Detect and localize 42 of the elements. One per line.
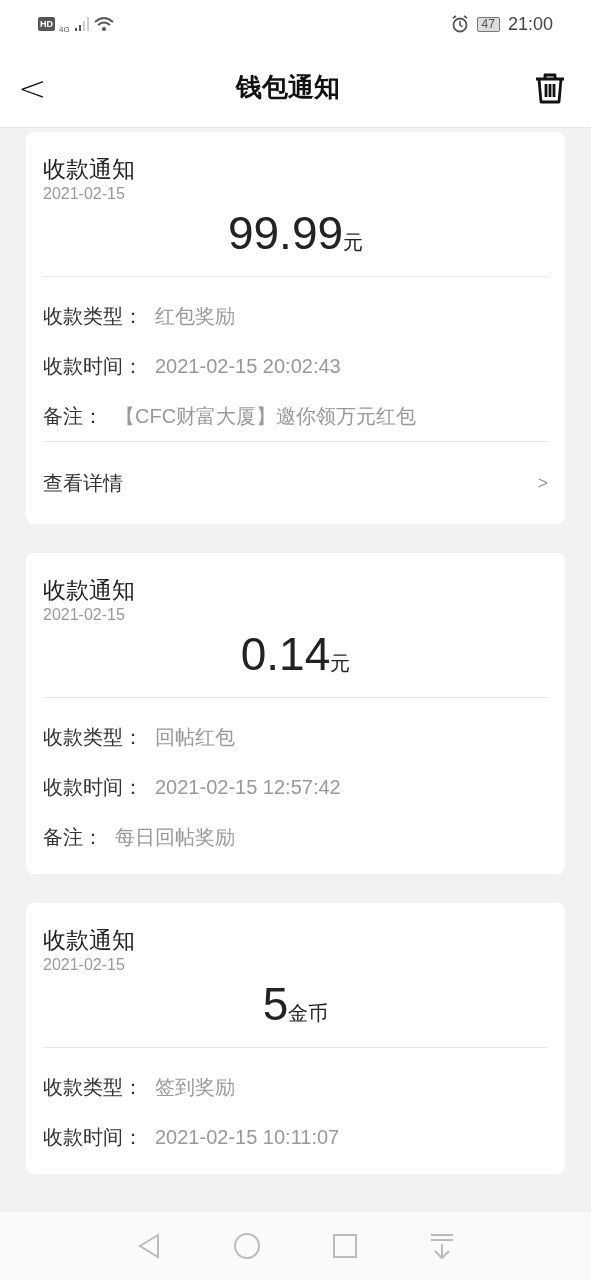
recents-nav-icon[interactable] xyxy=(332,1233,359,1259)
field-label: 收款类型： xyxy=(43,1075,143,1100)
field-value: 红包奖励 xyxy=(155,304,235,329)
field-value: 签到奖励 xyxy=(155,1075,235,1100)
card-title: 收款通知 xyxy=(43,576,136,605)
amount-unit: 元 xyxy=(330,651,351,676)
network-label: 4G xyxy=(59,24,70,36)
back-button[interactable]: < xyxy=(18,70,42,105)
amount: 99.99 xyxy=(227,206,344,260)
field-value: 【CFC财富大厦】邀你领万元红包 xyxy=(115,404,417,429)
field-label: 收款时间： xyxy=(43,1125,143,1150)
field-value: 2021-02-15 12:57:42 xyxy=(155,775,341,800)
amount-unit: 元 xyxy=(343,230,364,255)
field-value: 每日回帖奖励 xyxy=(115,825,235,850)
card-date: 2021-02-15 xyxy=(43,955,126,975)
field-value: 2021-02-15 10:11:07 xyxy=(155,1125,340,1150)
field-value: 2021-02-15 20:02:43 xyxy=(155,354,341,379)
field-label: 收款时间： xyxy=(43,354,143,379)
alarm-icon xyxy=(450,15,469,33)
details-link[interactable]: 查看详情 xyxy=(43,468,123,498)
amount: 5 xyxy=(262,977,289,1031)
card-title: 收款通知 xyxy=(43,926,136,955)
field-label: 备注： xyxy=(43,825,103,850)
chevron: > xyxy=(537,471,548,495)
amount-unit: 金币 xyxy=(288,1002,329,1026)
card-title: 收款通知 xyxy=(43,155,136,184)
wifi-icon xyxy=(93,16,114,32)
clock: 21:00 xyxy=(507,12,553,36)
field-label: 备注： xyxy=(43,404,103,429)
page-title: 钱包通知 xyxy=(235,71,340,104)
card-date: 2021-02-15 xyxy=(43,184,126,204)
notification-nav-icon[interactable] xyxy=(429,1232,456,1260)
battery-indicator: 47 xyxy=(476,16,500,32)
hd-badge: HD xyxy=(38,17,55,31)
amount: 0.14 xyxy=(240,627,331,681)
field-value: 回帖红包 xyxy=(155,725,235,750)
signal-icon xyxy=(73,16,90,32)
field-label: 收款类型： xyxy=(43,304,143,329)
home-nav-icon[interactable] xyxy=(232,1232,261,1260)
field-label: 收款类型： xyxy=(43,725,143,750)
field-label: 收款时间： xyxy=(43,775,143,800)
card-date: 2021-02-15 xyxy=(43,605,126,625)
